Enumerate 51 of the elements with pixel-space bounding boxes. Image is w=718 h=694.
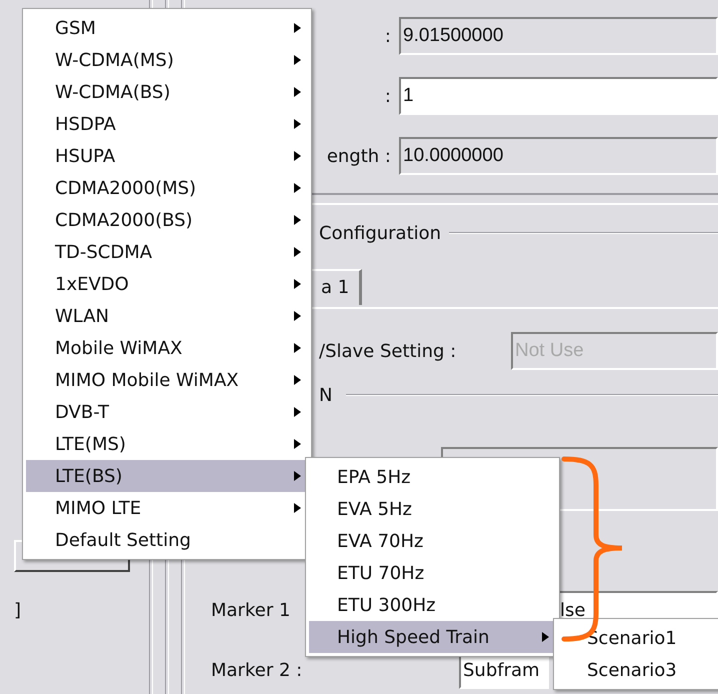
- submenu-arrow-icon: [541, 631, 550, 643]
- submenu-arrow-icon: [293, 214, 302, 226]
- menu-item[interactable]: LTE(BS): [26, 460, 308, 492]
- submenu-arrow-icon: [293, 86, 302, 98]
- menu-item[interactable]: ETU 70Hz: [309, 557, 556, 589]
- field-label: Marker 2 :: [211, 660, 302, 680]
- submenu-arrow-icon: [293, 406, 302, 418]
- submenu-arrow-icon: [293, 54, 302, 66]
- menu-item[interactable]: GSM: [26, 12, 308, 44]
- menu-item[interactable]: EVA 5Hz: [309, 493, 556, 525]
- field-label: ength :: [326, 146, 391, 166]
- menu-item[interactable]: Mobile WiMAX: [26, 332, 308, 364]
- group-title: Configuration: [319, 222, 442, 244]
- input-field[interactable]: 1: [399, 77, 718, 115]
- submenu-arrow-icon: [293, 374, 302, 386]
- menu-item[interactable]: MIMO LTE: [26, 492, 308, 524]
- group-title: N: [319, 384, 332, 406]
- menu-item[interactable]: Scenario3: [557, 654, 718, 686]
- field-label: :: [384, 86, 391, 106]
- input-field[interactable]: 9.01500000: [399, 17, 718, 55]
- menu-item[interactable]: W-CDMA(BS): [26, 76, 308, 108]
- submenu-arrow-icon: [293, 470, 302, 482]
- bracket-text: ]: [14, 600, 22, 621]
- submenu-arrow-icon: [293, 150, 302, 162]
- menu-item[interactable]: DVB-T: [26, 396, 308, 428]
- menu-item[interactable]: W-CDMA(MS): [26, 44, 308, 76]
- menu-item[interactable]: CDMA2000(MS): [26, 172, 308, 204]
- input-field[interactable]: 10.0000000: [399, 137, 718, 175]
- menu-item[interactable]: EVA 70Hz: [309, 525, 556, 557]
- menu-item[interactable]: CDMA2000(BS): [26, 204, 308, 236]
- submenu-arrow-icon: [293, 342, 302, 354]
- field-label: Marker 1: [211, 600, 290, 620]
- submenu-arrow-icon: [293, 502, 302, 514]
- menu-item[interactable]: TD-SCDMA: [26, 236, 308, 268]
- submenu-arrow-icon: [293, 278, 302, 290]
- submenu-arrow-icon: [293, 22, 302, 34]
- menu-item[interactable]: LTE(MS): [26, 428, 308, 460]
- field-label: :: [384, 26, 391, 46]
- menu-item[interactable]: Default Setting: [26, 524, 308, 556]
- field-label: /Slave Setting :: [319, 340, 456, 362]
- menu-item[interactable]: ETU 300Hz: [309, 589, 556, 621]
- submenu-arrow-icon: [293, 246, 302, 258]
- submenu-arrow-icon: [293, 182, 302, 194]
- submenu-arrow-icon: [293, 310, 302, 322]
- menu-item[interactable]: MIMO Mobile WiMAX: [26, 364, 308, 396]
- submenu-arrow-icon: [293, 438, 302, 450]
- submenu-arrow-icon: [293, 118, 302, 130]
- menu-item[interactable]: High Speed Train: [309, 621, 556, 653]
- menu-item[interactable]: EPA 5Hz: [309, 461, 556, 493]
- menu-item[interactable]: HSDPA: [26, 108, 308, 140]
- menu-item[interactable]: HSUPA: [26, 140, 308, 172]
